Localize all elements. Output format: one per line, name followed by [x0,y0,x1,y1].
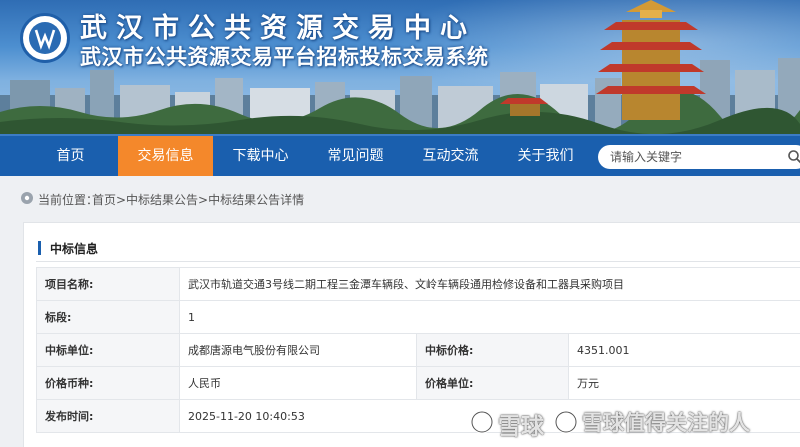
currency-value: 人民币 [179,366,417,400]
breadcrumb-path[interactable]: 首页>中标结果公告>中标结果公告详情 [92,191,304,208]
table-row: 价格币种: 人民币 价格单位: 万元 [36,366,800,400]
site-title: 武汉市公共资源交易中心 [80,13,476,44]
search-box [598,145,800,169]
watermark: 雪球 雪球值得关注的人 [470,404,800,442]
project-name-value: 武汉市轨道交通3号线二期工程三金潭车辆段、文岭车辆段通用检修设备和工器具采购项目 [179,267,800,301]
table-row: 标段: 1 [36,300,800,334]
search-icon[interactable] [787,149,800,165]
section-accent-bar [38,241,41,255]
price-unit-label: 价格单位: [416,366,569,400]
price-unit-value: 万元 [568,366,800,400]
header-banner: 武汉市公共资源交易中心 武汉市公共资源交易平台招标投标交易系统 [0,0,800,134]
nav-item-download[interactable]: 下载中心 [213,136,308,176]
section-title: 中标信息 [50,242,99,256]
nav-item-home[interactable]: 首页 [23,136,118,176]
winner-value: 成都唐源电气股份有限公司 [179,333,417,367]
table-row: 项目名称: 武汉市轨道交通3号线二期工程三金潭车辆段、文岭车辆段通用检修设备和工… [36,267,800,301]
watermark-text-left: 雪球 [498,414,544,440]
bid-section-value: 1 [179,300,800,334]
nav-item-interaction[interactable]: 互动交流 [403,136,498,176]
currency-label: 价格币种: [36,366,180,400]
site-subtitle: 武汉市公共资源交易平台招标投标交易系统 [80,45,489,69]
winner-label: 中标单位: [36,333,180,367]
watermark-text-right: 雪球值得关注的人 [582,411,750,435]
site-logo [20,13,70,63]
snowball-logo-icon [554,410,578,434]
snowball-logo-icon [470,410,494,434]
nav-item-about[interactable]: 关于我们 [498,136,593,176]
breadcrumb-prefix: 当前位置： [38,193,99,207]
main-nav: 首页 交易信息 下载中心 常见问题 互动交流 关于我们 [0,134,800,176]
publish-time-label: 发布时间: [36,399,180,433]
table-row: 中标单位: 成都唐源电气股份有限公司 中标价格: 4351.001 [36,333,800,367]
nav-item-trade-info[interactable]: 交易信息 [118,136,213,176]
project-name-label: 项目名称: [36,267,180,301]
price-value: 4351.001 [568,333,800,367]
nav-item-faq[interactable]: 常见问题 [308,136,403,176]
bid-section-label: 标段: [36,300,180,334]
section-divider [36,261,800,262]
location-icon [21,192,33,204]
search-input[interactable] [610,149,780,165]
price-label: 中标价格: [416,333,569,367]
